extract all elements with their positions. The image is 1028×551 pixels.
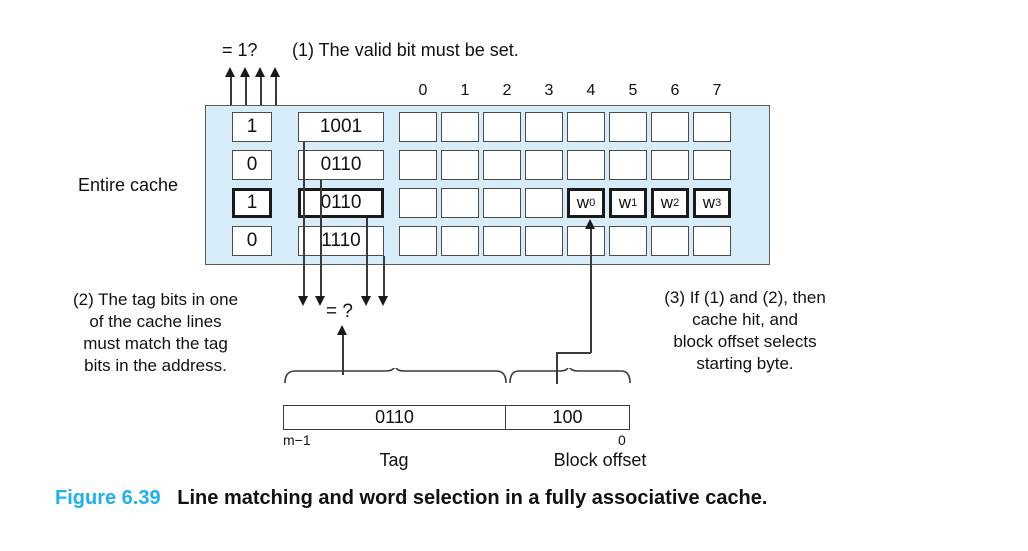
block-cell-2-0 <box>399 188 437 218</box>
valid-check-label: = 1? <box>222 40 258 60</box>
figure-container: = 1? (1) The valid bit must be set. 0 1 … <box>0 0 1028 551</box>
column-header-3: 3 <box>544 82 554 99</box>
valid-bit-line-2: 1 <box>232 188 272 218</box>
block-cell-3-3 <box>525 226 563 256</box>
block-cell-0-2 <box>483 112 521 142</box>
word-label-3: w <box>702 193 716 212</box>
block-cell-0-0 <box>399 112 437 142</box>
block-cell-3-4 <box>567 226 605 256</box>
address-bar: 0110 100 <box>283 405 630 430</box>
block-cell-1-6 <box>651 150 689 180</box>
tag-arrow-line-2 <box>320 180 322 300</box>
valid-arrow-line-1 <box>230 76 232 108</box>
tag-line-0: 1001 <box>298 112 384 142</box>
word-subscript-2: 2 <box>673 197 680 209</box>
offset-connector-vertical-upper <box>590 228 592 353</box>
block-cell-2-1 <box>441 188 479 218</box>
block-cell-1-3 <box>525 150 563 180</box>
valid-bit-line-1: 0 <box>232 150 272 180</box>
note-3-line-1: (3) If (1) and (2), then <box>664 288 826 307</box>
address-tag-field: 0110 <box>284 406 506 429</box>
tag-line-2: 0110 <box>298 188 384 218</box>
tag-compare-label: = ? <box>326 301 353 322</box>
word-label-2: w <box>660 193 674 212</box>
note-2-line-1: (2) The tag bits in one <box>72 290 239 309</box>
address-high-bit-label: m−1 <box>283 432 311 448</box>
block-cell-1-2 <box>483 150 521 180</box>
tag-arrow-line-4 <box>383 256 385 300</box>
tag-arrow-head-1 <box>298 296 308 306</box>
column-header-0: 0 <box>418 82 428 99</box>
note-1-text: (1) The valid bit must be set. <box>292 40 519 60</box>
note-3-line-3: block offset selects <box>673 332 817 351</box>
block-cell-2-4-w0: w0 <box>567 188 605 218</box>
block-cell-1-7 <box>693 150 731 180</box>
valid-arrow-head-3 <box>255 67 265 77</box>
block-cell-2-5-w1: w1 <box>609 188 647 218</box>
block-cell-0-6 <box>651 112 689 142</box>
offset-connector-horizontal <box>556 352 591 354</box>
column-header-2: 2 <box>502 82 512 99</box>
valid-arrow-head-4 <box>270 67 280 77</box>
block-cell-1-1 <box>441 150 479 180</box>
column-header-5: 5 <box>628 82 638 99</box>
note-3-line-2: cache hit, and <box>692 310 798 329</box>
note-2-line-4: bits in the address. <box>84 356 227 375</box>
note-3-line-4b: starting byte. <box>696 354 794 373</box>
valid-arrow-head-2 <box>240 67 250 77</box>
address-offset-name: Block offset <box>553 450 647 470</box>
entire-cache-label: Entire cache <box>78 175 179 195</box>
tag-line-1: 0110 <box>298 150 384 180</box>
word-label-1: w <box>618 193 632 212</box>
block-cell-0-4 <box>567 112 605 142</box>
block-cell-2-7-w3: w3 <box>693 188 731 218</box>
block-cell-0-5 <box>609 112 647 142</box>
block-cell-0-7 <box>693 112 731 142</box>
address-tag-name: Tag <box>379 450 409 470</box>
word-label-0: w <box>576 193 590 212</box>
tag-arrow-head-3 <box>361 296 371 306</box>
block-cell-3-0 <box>399 226 437 256</box>
tag-arrow-head-2 <box>315 296 325 306</box>
block-cell-1-4 <box>567 150 605 180</box>
block-cell-0-1 <box>441 112 479 142</box>
tag-line-3: 1110 <box>298 226 384 256</box>
address-offset-field: 100 <box>552 407 583 427</box>
offset-connector-arrow-head <box>585 219 595 229</box>
block-cell-3-6 <box>651 226 689 256</box>
tag-brace-arrow-head <box>337 325 347 335</box>
column-header-4: 4 <box>586 82 596 99</box>
word-subscript-1: 1 <box>631 197 638 209</box>
block-cell-1-5 <box>609 150 647 180</box>
word-subscript-0: 0 <box>589 197 596 209</box>
valid-bit-line-3: 0 <box>232 226 272 256</box>
valid-bit-line-0: 1 <box>232 112 272 142</box>
tag-arrow-line-3 <box>366 218 368 300</box>
block-cell-2-3 <box>525 188 563 218</box>
block-cell-3-2 <box>483 226 521 256</box>
block-cell-3-7 <box>693 226 731 256</box>
tag-arrow-line-1 <box>303 142 305 300</box>
address-low-bit-label: 0 <box>618 432 626 448</box>
b-bits-brace <box>509 368 631 384</box>
column-header-1: 1 <box>460 82 470 99</box>
block-cell-3-5 <box>609 226 647 256</box>
note-2-line-2: of the cache lines <box>89 312 222 331</box>
tag-arrow-head-4 <box>378 296 388 306</box>
column-header-7: 7 <box>712 82 722 99</box>
block-cell-2-6-w2: w2 <box>651 188 689 218</box>
t-bits-brace <box>284 368 507 384</box>
block-cell-0-3 <box>525 112 563 142</box>
valid-arrow-head-1 <box>225 67 235 77</box>
block-cell-3-1 <box>441 226 479 256</box>
figure-caption-text: Line matching and word selection in a fu… <box>177 487 768 509</box>
block-cell-2-2 <box>483 188 521 218</box>
column-header-6: 6 <box>670 82 680 99</box>
block-cell-1-0 <box>399 150 437 180</box>
figure-caption: Figure 6.39 Line matching and word selec… <box>55 487 767 510</box>
word-subscript-3: 3 <box>715 197 722 209</box>
note-2-line-3: must match the tag <box>83 334 228 353</box>
figure-number: Figure 6.39 <box>55 487 161 509</box>
